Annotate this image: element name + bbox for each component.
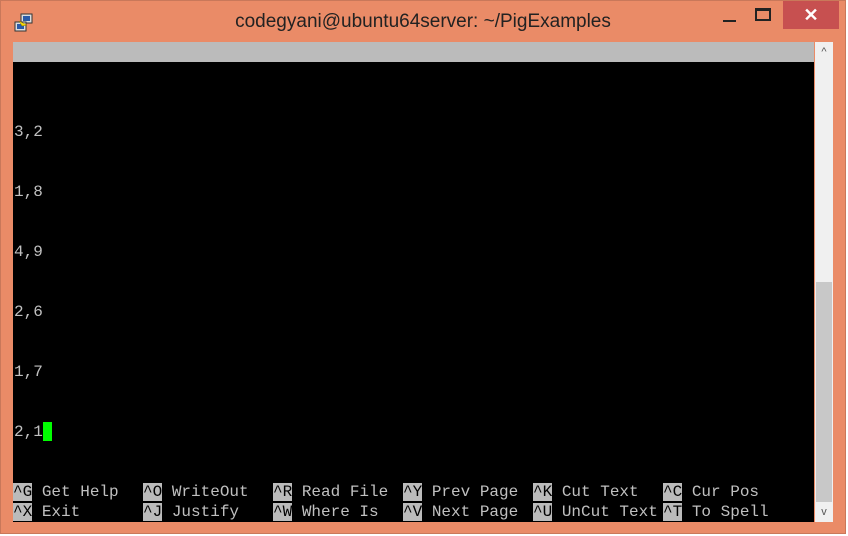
shortcut-exit[interactable]: ^X Exit xyxy=(13,502,80,522)
shortcut-writeout[interactable]: ^O WriteOut xyxy=(143,482,249,502)
scroll-down-button[interactable]: v xyxy=(815,502,833,522)
close-button[interactable]: ✕ xyxy=(783,1,839,29)
shortcut-key: ^X xyxy=(13,503,33,521)
shortcut-label: UnCut Text xyxy=(561,503,658,521)
shortcut-key: ^G xyxy=(13,483,33,501)
shortcut-justify[interactable]: ^J Justify xyxy=(143,502,239,522)
chevron-up-icon: ^ xyxy=(821,46,827,58)
modified-status: Modified xyxy=(717,103,794,121)
shortcut-key: ^K xyxy=(533,483,553,501)
shortcut-row-2: ^X Exit ^J Justify ^W Where Is ^V Next Page… xyxy=(13,502,814,522)
shortcut-label: Cut Text xyxy=(561,483,639,501)
minimize-button[interactable] xyxy=(711,1,747,31)
shortcut-label: Get Help xyxy=(41,483,119,501)
text-line: 3,2 xyxy=(14,123,43,141)
shortcut-bar: ^G Get Help ^O WriteOut ^R Read File ^Y Pre… xyxy=(13,482,814,522)
text-line: 1,7 xyxy=(14,363,43,381)
shortcut-key: ^Y xyxy=(403,483,423,501)
nano-version: GNU nano 2.2.6 xyxy=(34,63,169,81)
text-line: 1,8 xyxy=(14,183,43,201)
shortcut-label: Prev Page xyxy=(431,483,519,501)
text-line-last: 2,1 xyxy=(14,423,43,441)
shortcut-key: ^V xyxy=(403,503,423,521)
minimize-icon xyxy=(722,20,736,22)
maximize-button[interactable] xyxy=(747,1,779,31)
shortcut-get-help[interactable]: ^G Get Help xyxy=(13,482,119,502)
shortcut-key: ^T xyxy=(663,503,683,521)
shortcut-to-spell[interactable]: ^T To Spell xyxy=(663,502,769,522)
shortcut-key: ^R xyxy=(273,483,293,501)
shortcut-key: ^C xyxy=(663,483,683,501)
shortcut-next-page[interactable]: ^V Next Page xyxy=(403,502,518,522)
shortcut-label: Next Page xyxy=(431,503,519,521)
shortcut-label: Justify xyxy=(171,503,240,521)
shortcut-key: ^J xyxy=(143,503,163,521)
shortcut-label: Read File xyxy=(301,483,389,501)
shortcut-cut-text[interactable]: ^K Cut Text xyxy=(533,482,639,502)
shortcut-label: WriteOut xyxy=(171,483,249,501)
shortcut-label: Where Is xyxy=(301,503,379,521)
editor-content[interactable]: 3,2 1,8 4,9 2,6 1,7 2,1 xyxy=(14,82,72,482)
scrollbar-thumb[interactable] xyxy=(816,282,832,502)
maximize-icon xyxy=(755,7,771,21)
shortcut-row-1: ^G Get Help ^O WriteOut ^R Read File ^Y Pre… xyxy=(13,482,814,502)
title-bar[interactable]: codegyani@ubuntu64server: ~/PigExamples … xyxy=(1,1,845,41)
text-line: 4,9 xyxy=(14,243,43,261)
chevron-down-icon: v xyxy=(821,506,827,518)
text-cursor xyxy=(42,422,52,441)
shortcut-label: Exit xyxy=(41,503,81,521)
shortcut-key: ^W xyxy=(273,503,293,521)
shortcut-cur-pos[interactable]: ^C Cur Pos xyxy=(663,482,759,502)
vertical-scrollbar[interactable]: ^ v xyxy=(815,42,833,522)
text-line-current: 2,1 xyxy=(14,422,72,442)
shortcut-key: ^O xyxy=(143,483,163,501)
shortcut-where-is[interactable]: ^W Where Is xyxy=(273,502,379,522)
terminal-area[interactable]: GNU nano 2.2.6 File: psplit.txt Modified… xyxy=(13,42,814,522)
shortcut-prev-page[interactable]: ^Y Prev Page xyxy=(403,482,518,502)
nano-header: GNU nano 2.2.6 File: psplit.txt Modified xyxy=(13,42,814,121)
terminal-window: codegyani@ubuntu64server: ~/PigExamples … xyxy=(0,0,846,534)
scroll-up-button[interactable]: ^ xyxy=(815,42,833,62)
shortcut-label: Cur Pos xyxy=(691,483,760,501)
shortcut-read-file[interactable]: ^R Read File xyxy=(273,482,388,502)
file-name: File: psplit.txt xyxy=(314,83,468,101)
close-icon: ✕ xyxy=(803,4,819,25)
shortcut-key: ^U xyxy=(533,503,553,521)
shortcut-uncut-text[interactable]: ^U UnCut Text xyxy=(533,502,658,522)
text-line: 2,6 xyxy=(14,303,43,321)
shortcut-label: To Spell xyxy=(691,503,769,521)
